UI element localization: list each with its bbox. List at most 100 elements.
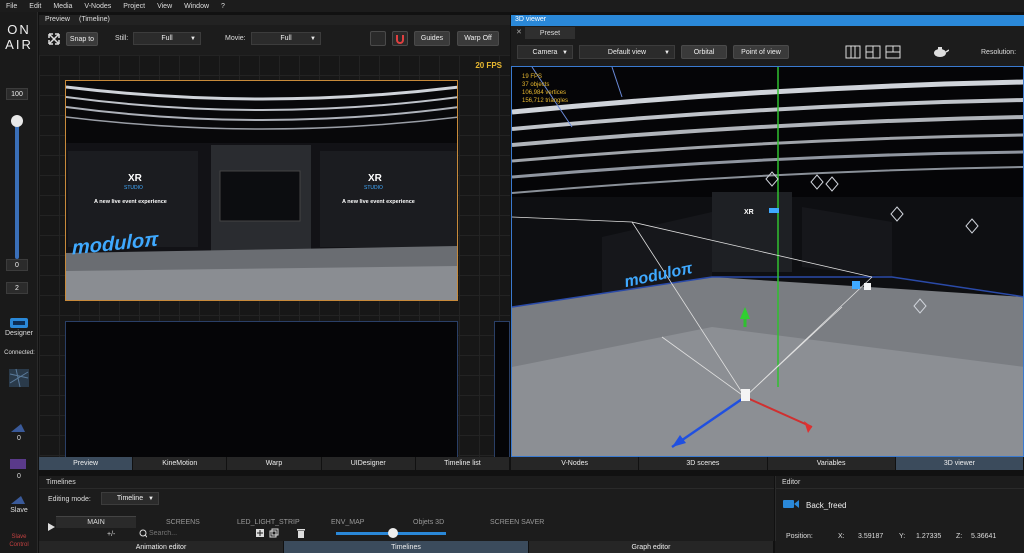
tab-animation-editor[interactable]: Animation editor: [39, 541, 284, 553]
teapot-icon[interactable]: [931, 45, 950, 59]
plusminus-button[interactable]: +/-: [107, 531, 115, 538]
add-icon[interactable]: [255, 528, 265, 538]
tab-variables[interactable]: Variables: [767, 457, 896, 470]
menu-file[interactable]: File: [0, 3, 23, 10]
tab-timelines[interactable]: Timelines: [284, 541, 529, 553]
x-value[interactable]: 3.59187: [858, 533, 883, 540]
preview-tabs: Preview KineMotion Warp UIDesigner Timel…: [39, 457, 511, 470]
y-label: Y:: [899, 533, 906, 540]
tab-3d-scenes[interactable]: 3D scenes: [639, 457, 768, 470]
track-main-label: MAIN: [87, 519, 105, 526]
layout-icon-1[interactable]: [845, 45, 861, 59]
layout-icon-2[interactable]: [865, 45, 881, 59]
menu-window[interactable]: Window: [178, 3, 215, 10]
menu-media[interactable]: Media: [47, 3, 78, 10]
close-icon[interactable]: ✕: [516, 28, 522, 36]
track-env-map[interactable]: ENV_MAP: [331, 519, 364, 526]
count-2: 0: [17, 473, 21, 480]
position-label: Position:: [786, 533, 813, 540]
blank-tool-button[interactable]: [370, 31, 386, 46]
fit-icon[interactable]: [47, 32, 61, 46]
node-icon-2[interactable]: [9, 458, 27, 470]
still-select[interactable]: Full ▼: [133, 32, 201, 45]
snap-to-button[interactable]: Snap to: [66, 32, 98, 46]
map-icon[interactable]: [8, 368, 30, 388]
zoom-slider-handle[interactable]: [388, 528, 398, 538]
designer-label: Designer: [4, 330, 33, 337]
slave-control-label: Slave Control: [9, 534, 29, 548]
master-level-field[interactable]: 100: [6, 88, 28, 100]
camera-object-icon: [782, 498, 800, 510]
viewer-toolbar: Camera ▼ Default view ▼ Orbital Point of…: [511, 40, 1024, 66]
track-screens[interactable]: SCREENS: [166, 519, 200, 526]
track-objets-3d[interactable]: Objets 3D: [413, 519, 444, 526]
movie-select[interactable]: Full ▼: [251, 32, 321, 45]
editing-mode-value: Timeline: [116, 495, 144, 502]
timelines-title: Timelines: [46, 479, 76, 486]
tab-vnodes[interactable]: V-Nodes: [511, 457, 640, 470]
preview-fps: 20 FPS: [475, 61, 502, 70]
trash-icon[interactable]: [296, 528, 306, 538]
chevron-down-icon: ▼: [664, 50, 670, 56]
orbital-button[interactable]: Orbital: [681, 45, 727, 59]
menu-edit[interactable]: Edit: [23, 3, 47, 10]
slave-label: Slave: [10, 507, 28, 514]
timelines-panel: Timelines Editing mode: Timeline ▼ +/- M…: [39, 476, 774, 541]
magnet-button[interactable]: [392, 31, 408, 46]
panel-left-studio: STUDIO: [124, 185, 143, 191]
track-screen-saver[interactable]: SCREEN SAVER: [490, 519, 544, 526]
viewer-panel: 3D viewer ✕ Preset Camera ▼ Default view…: [511, 15, 1024, 470]
count-1: 0: [17, 435, 21, 442]
preview-title-bar: Preview (Timeline): [39, 15, 510, 25]
track-tab-main[interactable]: MAIN: [56, 516, 136, 528]
movie-label: Movie:: [225, 35, 246, 42]
node-icon-1[interactable]: [9, 422, 27, 434]
search-input[interactable]: [147, 527, 237, 539]
on-air-indicator[interactable]: ON AIR: [2, 22, 36, 52]
tab-3d-viewer[interactable]: 3D viewer: [895, 457, 1024, 470]
tab-kinemotion[interactable]: KineMotion: [133, 457, 228, 470]
editing-mode-select[interactable]: Timeline ▼: [101, 492, 159, 505]
tab-preview[interactable]: Preview: [39, 457, 134, 470]
value-field-b[interactable]: 2: [6, 282, 28, 294]
designer-icon[interactable]: [9, 317, 29, 329]
copy-icon[interactable]: [269, 528, 279, 538]
viewer-stats: 19 FPS 37 objects 106,984 vertices 156,7…: [522, 73, 568, 105]
layout-icon-3[interactable]: [885, 45, 901, 59]
preview-title: Preview: [45, 16, 70, 23]
preview-canvas[interactable]: 20 FPS XR STUDIO A new live event experi…: [39, 55, 510, 461]
tab-timeline-list[interactable]: Timeline list: [415, 457, 511, 470]
tab-warp[interactable]: Warp: [227, 457, 322, 470]
slave-icon[interactable]: [9, 494, 27, 506]
studio-render: [66, 81, 457, 300]
connected-label: Connected:: [4, 350, 35, 356]
play-icon[interactable]: [46, 522, 56, 532]
default-view-label: Default view: [607, 48, 647, 56]
guides-button[interactable]: Guides: [414, 31, 450, 46]
editing-mode-label: Editing mode:: [48, 496, 91, 503]
movie-value: Full: [280, 35, 292, 42]
panel-right-studio: STUDIO: [364, 185, 383, 191]
tab-graph-editor[interactable]: Graph editor: [529, 541, 774, 553]
master-slider-track[interactable]: [15, 124, 19, 259]
track-led-light-strip[interactable]: LED_LIGHT_STRIP: [237, 519, 300, 526]
warp-off-button[interactable]: Warp Off: [457, 31, 499, 46]
menu-project[interactable]: Project: [117, 3, 151, 10]
viewer-title: 3D viewer: [515, 16, 547, 23]
on-air-line2: AIR: [5, 37, 33, 52]
master-slider-handle[interactable]: [11, 115, 23, 127]
value-field-a[interactable]: 0: [6, 259, 28, 271]
camera-select[interactable]: Camera ▼: [517, 45, 573, 59]
tab-uidesigner[interactable]: UIDesigner: [321, 457, 416, 470]
menu-vnodes[interactable]: V-Nodes: [78, 3, 117, 10]
preset-tab[interactable]: Preset: [525, 27, 575, 39]
viewport-3d[interactable]: 19 FPS 37 objects 106,984 vertices 156,7…: [511, 66, 1024, 457]
menu-view[interactable]: View: [151, 3, 178, 10]
stat-fps: 19 FPS: [522, 74, 543, 80]
point-of-view-button[interactable]: Point of view: [733, 45, 789, 59]
menu-help[interactable]: ?: [215, 3, 231, 10]
y-value[interactable]: 1.27335: [916, 533, 941, 540]
chevron-down-icon: ▼: [310, 36, 316, 42]
default-view-select[interactable]: Default view ▼: [579, 45, 675, 59]
z-value[interactable]: 5.36641: [971, 533, 996, 540]
